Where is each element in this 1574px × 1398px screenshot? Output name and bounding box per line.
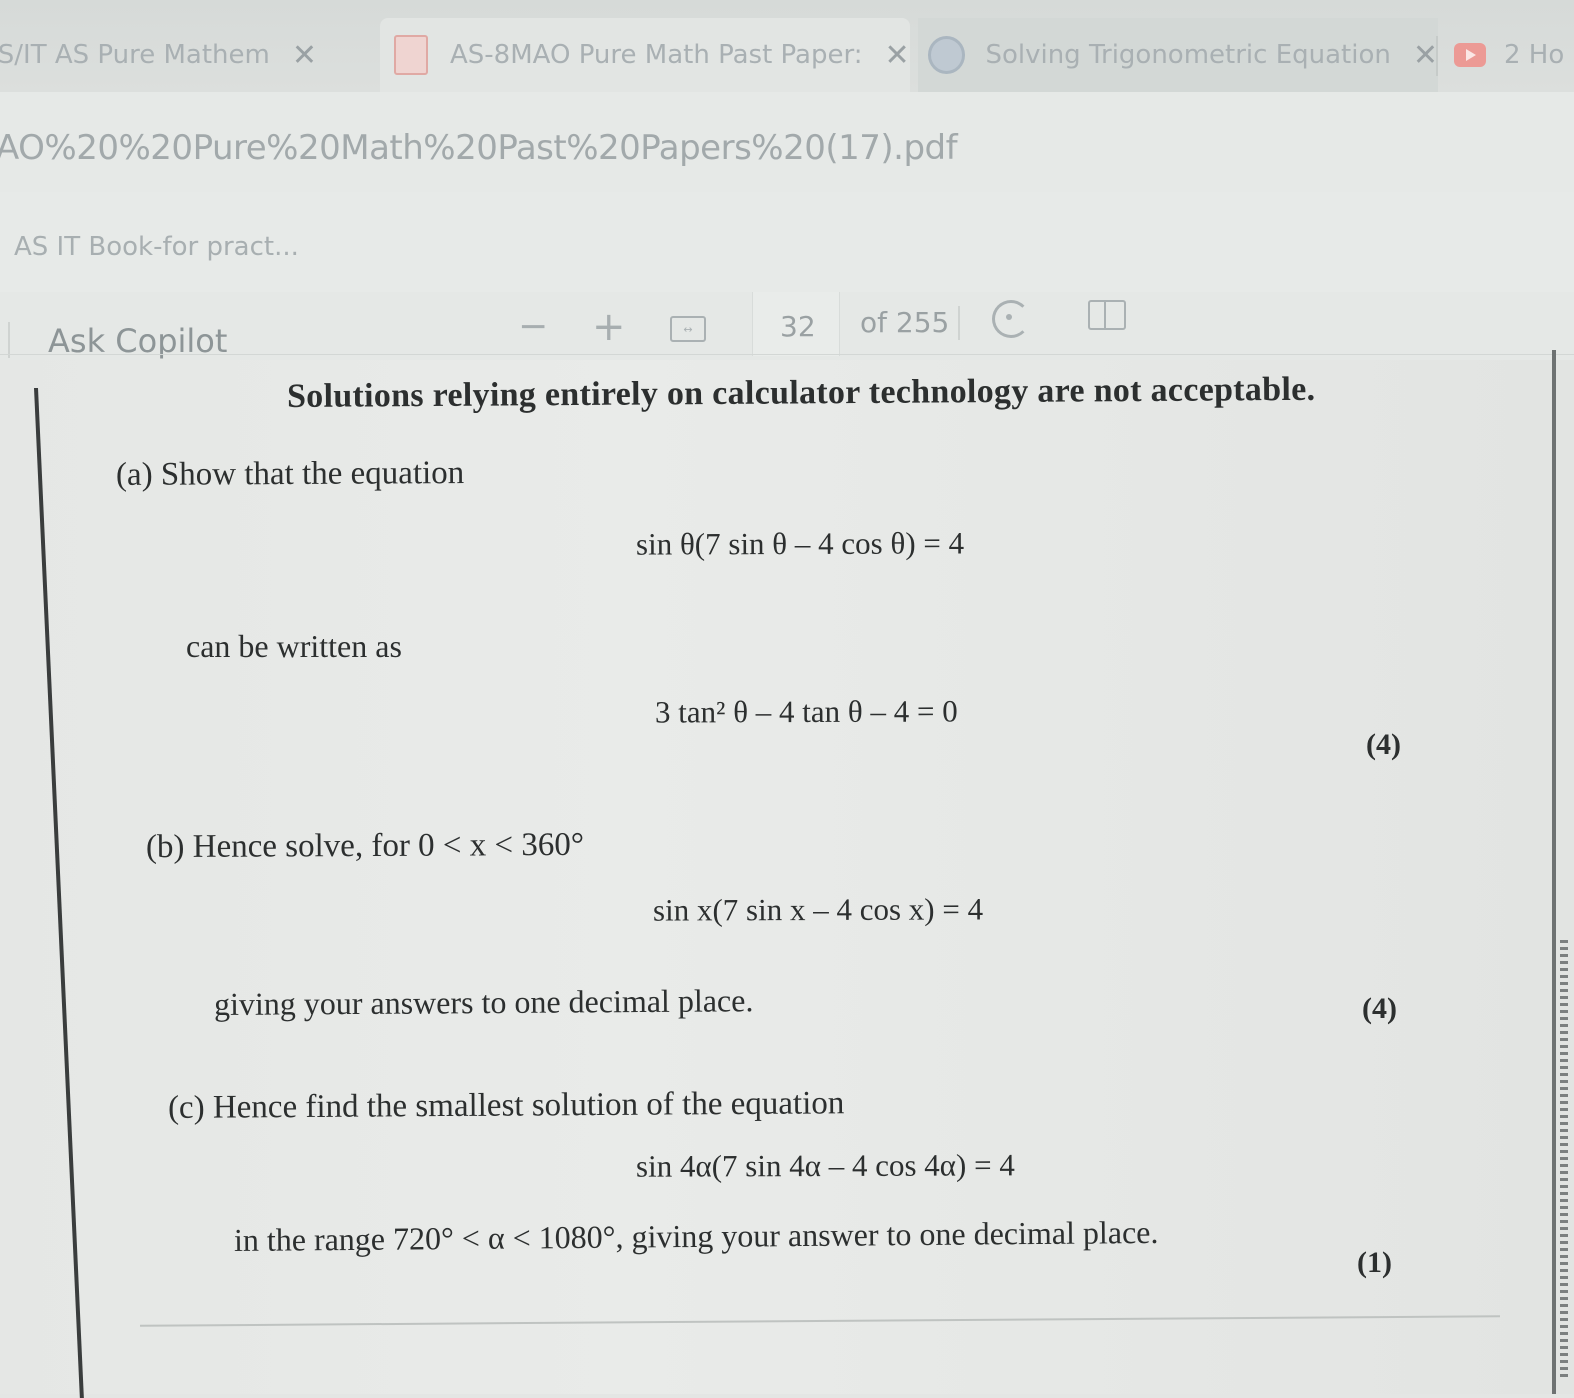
equation-b: sin x(7 sin x – 4 cos x) = 4 [652,891,984,928]
calculator-notice: Solutions relying entirely on calculator… [286,370,1316,415]
part-a-middle-text: can be written as [186,628,402,664]
toolbar-divider [958,306,960,340]
equation-a2: 3 tan² θ – 4 tan θ – 4 = 0 [654,693,958,730]
close-icon[interactable]: ✕ [1413,38,1438,73]
bookmark-as-it-book[interactable]: AS IT Book-for pract... [14,232,299,262]
pdf-page: Solutions relying entirely on calculator… [0,350,1574,1398]
tab-label: AS-8MAO Pure Math Past Paper: [450,40,863,70]
zoom-out-button[interactable]: − [518,306,548,347]
tab-separator [1436,36,1438,76]
close-icon[interactable]: ✕ [292,38,317,73]
part-a-intro: (a) Show that the equation [115,455,465,493]
globe-icon [928,36,966,74]
part-b-intro: (b) Hence solve, for 0 < x < 360° [145,826,585,866]
tab-solving-trig-equation[interactable]: Solving Trigonometric Equation ✕ [918,18,1438,92]
url-text[interactable]: AO%20%20Pure%20Math%20Past%20Papers%20(1… [0,128,958,168]
part-c-instruction: in the range 720° < α < 1080°, giving yo… [233,1213,1159,1258]
toolbar-bottom-border [0,354,1574,355]
tab-as-pure-mathematics[interactable]: AS/IT AS Pure Mathem ✕ [0,18,360,92]
equation-c: sin 4α(7 sin 4α – 4 cos 4α) = 4 [635,1147,1015,1184]
zoom-in-button[interactable]: + [592,304,626,350]
toolbar-divider [8,322,10,358]
part-c-marks: (1) [1357,1246,1392,1279]
tab-label: Solving Trigonometric Equation [985,40,1391,70]
rotate-icon[interactable] [992,300,1030,338]
close-icon[interactable]: ✕ [884,38,909,73]
page-view-icon[interactable] [1088,300,1126,330]
pdf-icon [394,35,428,75]
pdf-toolbar: Ask Copilot − + ↔ 32 of 255 [0,292,1574,362]
tab-label: 2 Ho [1504,40,1565,70]
part-a-marks: (4) [1366,728,1401,761]
question-frame-right [1552,350,1556,1394]
youtube-icon [1454,43,1486,67]
question-frame-left [34,388,84,1398]
address-bar: AO%20%20Pure%20Math%20Past%20Papers%20(1… [0,92,1574,192]
page-total: of 255 [860,306,950,339]
fit-width-icon[interactable]: ↔ [670,316,706,342]
tab-past-paper-pdf[interactable]: AS-8MAO Pure Math Past Paper: ✕ [380,18,910,92]
tab-youtube[interactable]: 2 Ho [1448,18,1574,92]
current-page[interactable]: 32 [780,310,816,343]
bookmarks-bar: AS IT Book-for pract... [0,192,1574,292]
part-b-instruction: giving your answers to one decimal place… [213,982,754,1022]
part-b-marks: (4) [1362,992,1397,1025]
browser-tab-strip: AS/IT AS Pure Mathem ✕ AS-8MAO Pure Math… [0,0,1574,92]
answer-line [140,1315,1500,1327]
margin-dots [1560,940,1568,1380]
equation-a1: sin θ(7 sin θ – 4 cos θ) = 4 [635,525,965,562]
tab-label: AS/IT AS Pure Mathem [0,40,270,70]
part-c-intro: (c) Hence find the smallest solution of … [167,1085,845,1126]
